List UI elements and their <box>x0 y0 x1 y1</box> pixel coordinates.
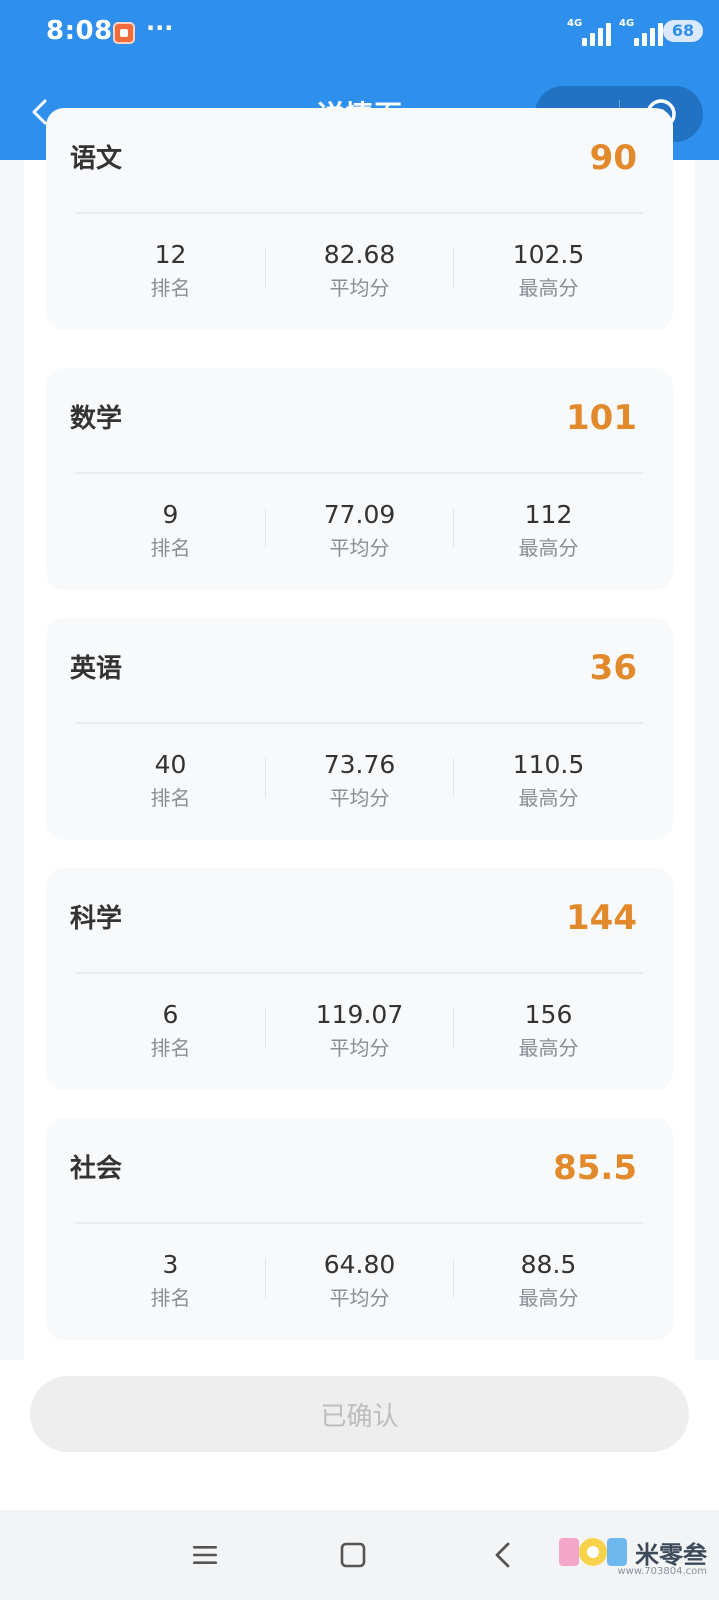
screen: 8:08 ··· 4G 4G 68 语文 90 12 排名 82.68 平均分 … <box>0 0 719 1600</box>
max-label: 最高分 <box>518 786 579 810</box>
stat-rank: 6 排名 <box>76 1000 265 1090</box>
back-nav-icon[interactable] <box>488 1540 518 1570</box>
card-divider <box>76 722 643 724</box>
stat-max: 112 最高分 <box>454 500 643 590</box>
subject-stats: 40 排名 73.76 平均分 110.5 最高分 <box>76 750 643 840</box>
max-value: 156 <box>524 1000 573 1029</box>
notification-app-icon <box>113 22 135 44</box>
max-value: 112 <box>524 500 573 529</box>
subject-stats: 12 排名 82.68 平均分 102.5 最高分 <box>76 240 643 330</box>
network-type-label: 4G <box>567 18 583 29</box>
stat-average: 119.07 平均分 <box>265 1000 454 1090</box>
stat-max: 156 最高分 <box>454 1000 643 1090</box>
average-label: 平均分 <box>329 1286 390 1310</box>
max-label: 最高分 <box>518 1286 579 1310</box>
stat-max: 102.5 最高分 <box>454 240 643 330</box>
subject-score: 144 <box>566 898 637 938</box>
score-list[interactable]: 语文 90 12 排名 82.68 平均分 102.5 最高分 数学 101 9… <box>24 108 695 1360</box>
stat-average: 82.68 平均分 <box>265 240 454 330</box>
confirmed-button[interactable]: 已确认 <box>30 1376 689 1452</box>
rank-label: 排名 <box>150 536 191 560</box>
card-divider <box>76 1222 643 1224</box>
watermark-text: 米零叁 <box>635 1540 707 1569</box>
subject-card: 语文 90 12 排名 82.68 平均分 102.5 最高分 <box>46 108 673 330</box>
average-label: 平均分 <box>329 536 390 560</box>
rank-label: 排名 <box>150 276 191 300</box>
subject-name: 数学 <box>70 404 123 434</box>
subject-stats: 6 排名 119.07 平均分 156 最高分 <box>76 1000 643 1090</box>
card-divider <box>76 472 643 474</box>
stat-rank: 3 排名 <box>76 1250 265 1340</box>
menu-icon[interactable] <box>190 1540 220 1570</box>
subject-score: 101 <box>566 398 637 438</box>
average-label: 平均分 <box>329 276 390 300</box>
average-value: 64.80 <box>323 1250 396 1279</box>
stat-rank: 40 排名 <box>76 750 265 840</box>
subject-card: 社会 85.5 3 排名 64.80 平均分 88.5 最高分 <box>46 1118 673 1340</box>
card-divider <box>76 972 643 974</box>
stat-average: 73.76 平均分 <box>265 750 454 840</box>
subject-stats: 9 排名 77.09 平均分 112 最高分 <box>76 500 643 590</box>
max-label: 最高分 <box>518 536 579 560</box>
rank-value: 6 <box>162 1000 179 1029</box>
watermark: 米零叁 www.703804.com <box>557 1532 707 1577</box>
stat-max: 110.5 最高分 <box>454 750 643 840</box>
home-icon[interactable] <box>338 1540 368 1570</box>
card-divider <box>76 212 643 214</box>
average-value: 73.76 <box>323 750 396 779</box>
rank-value: 40 <box>154 750 187 779</box>
rank-label: 排名 <box>150 786 191 810</box>
max-value: 102.5 <box>512 240 585 269</box>
stat-average: 64.80 平均分 <box>265 1250 454 1340</box>
rank-value: 9 <box>162 500 179 529</box>
average-value: 119.07 <box>315 1000 404 1029</box>
average-label: 平均分 <box>329 786 390 810</box>
subject-card: 科学 144 6 排名 119.07 平均分 156 最高分 <box>46 868 673 1090</box>
subject-name: 英语 <box>70 654 123 684</box>
watermark-url: www.703804.com <box>617 1566 707 1577</box>
average-value: 82.68 <box>323 240 396 269</box>
max-label: 最高分 <box>518 276 579 300</box>
status-time: 8:08 <box>46 16 113 46</box>
bottom-action-area: 已确认 <box>0 1360 719 1510</box>
stat-average: 77.09 平均分 <box>265 500 454 590</box>
status-more-indicator: ··· <box>146 14 174 42</box>
subject-stats: 3 排名 64.80 平均分 88.5 最高分 <box>76 1250 643 1340</box>
subject-score: 36 <box>589 648 637 688</box>
subject-name: 社会 <box>70 1154 123 1184</box>
status-bar: 8:08 ··· 4G 4G 68 <box>0 0 719 70</box>
max-value: 88.5 <box>520 1250 577 1279</box>
rank-value: 12 <box>154 240 187 269</box>
signal-icon: 4G <box>567 18 611 46</box>
network-type-label-2: 4G <box>619 18 635 29</box>
stat-rank: 9 排名 <box>76 500 265 590</box>
average-label: 平均分 <box>329 1036 390 1060</box>
rank-value: 3 <box>162 1250 179 1279</box>
subject-score: 90 <box>589 138 637 178</box>
stat-rank: 12 排名 <box>76 240 265 330</box>
signal-icon-2: 4G <box>619 18 663 46</box>
subject-score: 85.5 <box>553 1148 637 1188</box>
signal-indicators: 4G 4G <box>567 18 663 46</box>
subject-name: 语文 <box>70 144 123 174</box>
battery-icon: 68 <box>663 20 703 42</box>
stat-max: 88.5 最高分 <box>454 1250 643 1340</box>
average-value: 77.09 <box>323 500 396 529</box>
subject-card: 数学 101 9 排名 77.09 平均分 112 最高分 <box>46 368 673 590</box>
subject-card: 英语 36 40 排名 73.76 平均分 110.5 最高分 <box>46 618 673 840</box>
rank-label: 排名 <box>150 1286 191 1310</box>
rank-label: 排名 <box>150 1036 191 1060</box>
system-navigation-bar: 米零叁 www.703804.com <box>0 1510 719 1600</box>
max-value: 110.5 <box>512 750 585 779</box>
max-label: 最高分 <box>518 1036 579 1060</box>
subject-name: 科学 <box>70 904 123 934</box>
